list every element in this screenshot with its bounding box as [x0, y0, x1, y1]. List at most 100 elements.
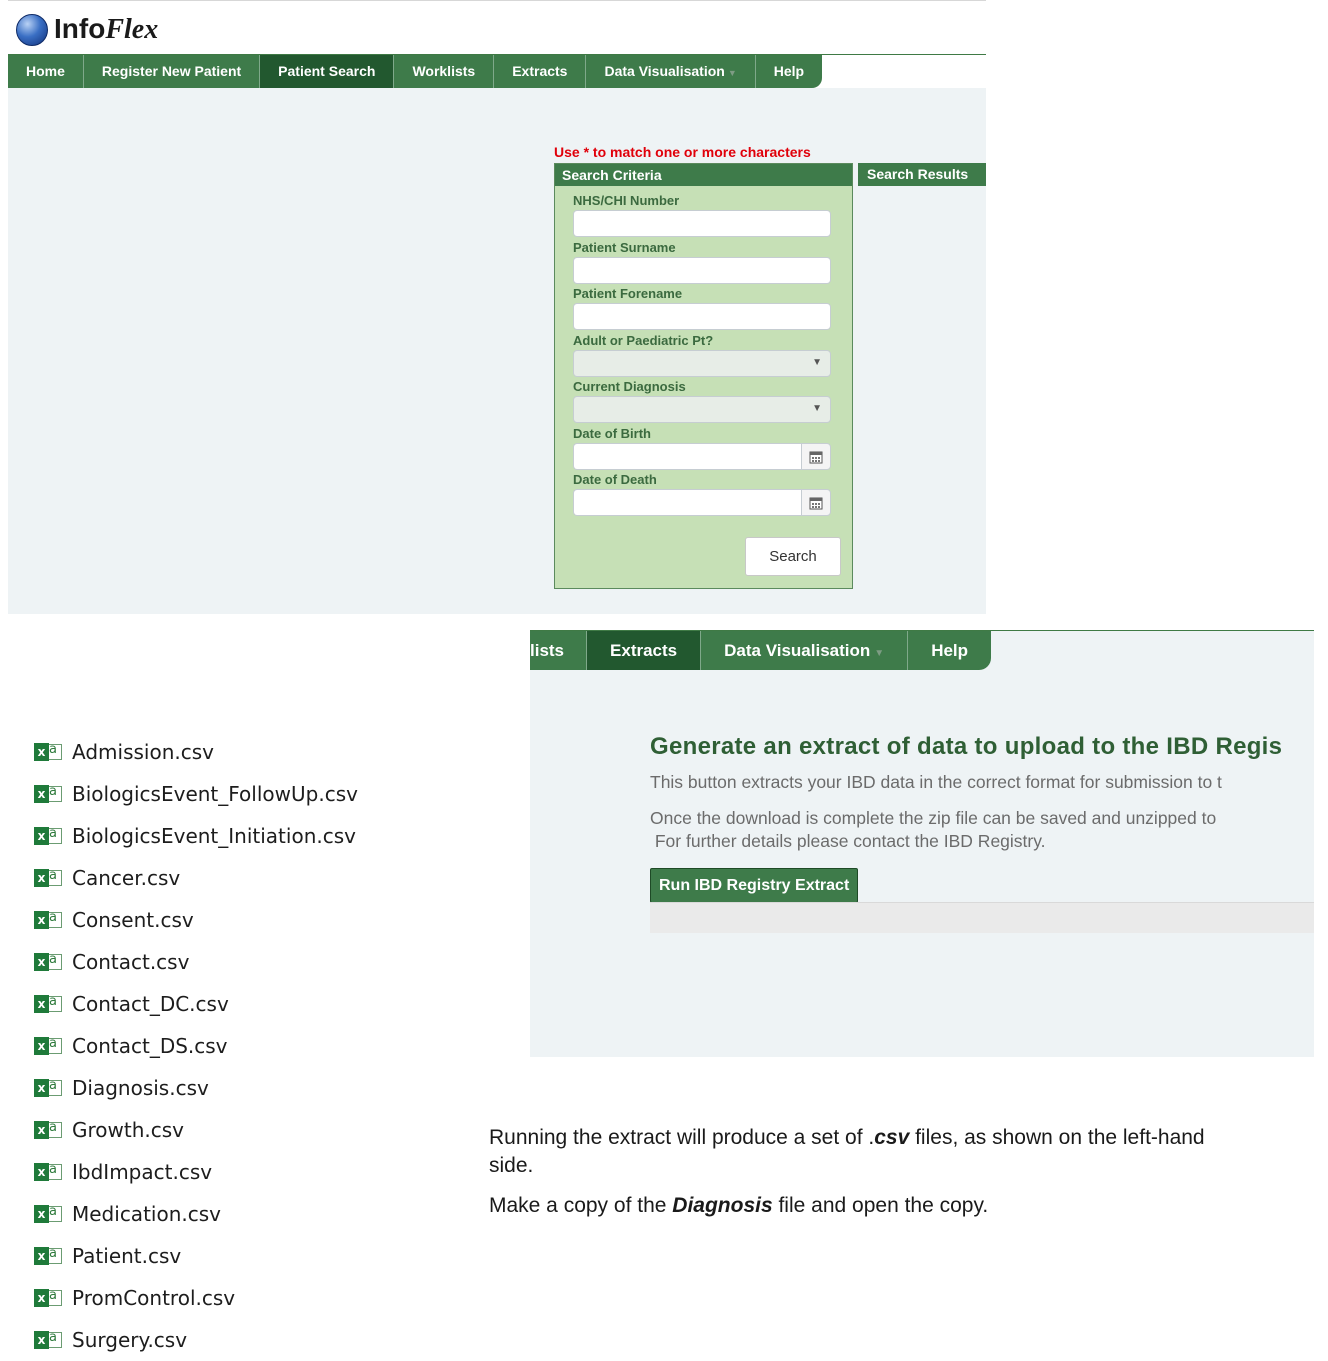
- extract-description-2: Once the download is complete the zip fi…: [650, 808, 1217, 828]
- nav-help[interactable]: Help: [908, 631, 991, 670]
- search-criteria-panel: Search Criteria NHS/CHI Number Patient S…: [554, 163, 853, 589]
- file-list-item[interactable]: x Patient.csv: [34, 1244, 181, 1268]
- excel-file-icon: x: [34, 1036, 64, 1056]
- chevron-down-icon: ▼: [812, 357, 822, 368]
- file-name: BiologicsEvent_Initiation.csv: [72, 824, 356, 848]
- nhs-number-input[interactable]: [573, 210, 831, 237]
- instructions: Running the extract will produce a set o…: [489, 1124, 1229, 1217]
- search-criteria-title: Search Criteria: [555, 164, 852, 186]
- forename-label: Patient Forename: [573, 286, 683, 301]
- logo-text: InfoFlex: [54, 13, 159, 45]
- surname-label: Patient Surname: [573, 240, 676, 255]
- excel-file-icon: x: [34, 1288, 64, 1308]
- dod-label: Date of Death: [573, 472, 657, 487]
- nav-patient-search[interactable]: Patient Search: [260, 55, 395, 88]
- app-header: InfoFlex: [8, 0, 986, 57]
- chevron-down-icon: ▼: [727, 68, 737, 78]
- search-button[interactable]: Search: [745, 537, 841, 576]
- file-name: Surgery.csv: [72, 1328, 188, 1352]
- file-name: Contact_DC.csv: [72, 992, 229, 1016]
- diagnosis-select[interactable]: ▼: [573, 396, 831, 423]
- adult-paediatric-label: Adult or Paediatric Pt?: [573, 333, 714, 348]
- excel-file-icon: x: [34, 1120, 64, 1140]
- excel-file-icon: x: [34, 826, 64, 846]
- file-list-item[interactable]: x Surgery.csv: [34, 1328, 187, 1352]
- chevron-down-icon: ▼: [874, 648, 885, 659]
- excel-file-icon: x: [34, 1162, 64, 1182]
- excel-file-icon: x: [34, 742, 64, 762]
- search-results-tab[interactable]: Search Results: [858, 163, 986, 186]
- excel-file-icon: x: [34, 994, 64, 1014]
- file-list-item[interactable]: x Cancer.csv: [34, 866, 180, 890]
- forename-input[interactable]: [573, 303, 831, 330]
- file-list-item[interactable]: x BiologicsEvent_Initiation.csv: [34, 824, 356, 848]
- file-list-item[interactable]: x Contact_DS.csv: [34, 1034, 228, 1058]
- search-content: Use * to match one or more characters Se…: [8, 88, 986, 614]
- instruction-paragraph-1: Running the extract will produce a set o…: [489, 1126, 1205, 1177]
- extracts-screenshot: lists Extracts Data Visualisation ▼ Help …: [530, 630, 1314, 1057]
- main-nav: Home Register New Patient Patient Search…: [8, 55, 823, 88]
- globe-logo-icon: [16, 13, 48, 46]
- file-name: Contact_DS.csv: [72, 1034, 228, 1058]
- nav-data-visualisation[interactable]: Data Visualisation ▼: [701, 631, 909, 670]
- patient-search-screenshot: InfoFlex Home Register New Patient Patie…: [8, 0, 986, 614]
- instruction-paragraph-2: Make a copy of the Diagnosis file and op…: [489, 1194, 989, 1217]
- excel-file-icon: x: [34, 1246, 64, 1266]
- file-name: BiologicsEvent_FollowUp.csv: [72, 782, 358, 806]
- run-ibd-registry-extract-button[interactable]: Run IBD Registry Extract: [650, 868, 859, 903]
- extract-progress-area: [650, 902, 1314, 933]
- excel-file-icon: x: [34, 1330, 64, 1350]
- extract-description-1: This button extracts your IBD data in th…: [650, 772, 1222, 792]
- file-name: Contact.csv: [72, 950, 190, 974]
- diagnosis-label: Current Diagnosis: [573, 379, 686, 394]
- dob-input[interactable]: [573, 443, 801, 470]
- file-name: Medication.csv: [72, 1202, 221, 1226]
- nav-register-new-patient[interactable]: Register New Patient: [84, 55, 261, 88]
- file-list-item[interactable]: x BiologicsEvent_FollowUp.csv: [34, 782, 358, 806]
- nav-extracts[interactable]: Extracts: [587, 631, 702, 670]
- nav-data-visualisation[interactable]: Data Visualisation ▼: [586, 55, 756, 88]
- nav-home[interactable]: Home: [8, 55, 84, 88]
- file-list-item[interactable]: x Contact_DC.csv: [34, 992, 229, 1016]
- file-list-item[interactable]: x IbdImpact.csv: [34, 1160, 212, 1184]
- nav-worklists-partial[interactable]: lists: [530, 631, 588, 670]
- file-name: Admission.csv: [72, 740, 214, 764]
- calendar-icon[interactable]: [801, 443, 831, 470]
- excel-file-icon: x: [34, 952, 64, 972]
- wildcard-hint: Use * to match one or more characters: [554, 144, 811, 160]
- file-name: IbdImpact.csv: [72, 1160, 213, 1184]
- calendar-icon[interactable]: [801, 489, 831, 516]
- file-list-item[interactable]: x Admission.csv: [34, 740, 214, 764]
- file-name: PromControl.csv: [72, 1286, 236, 1310]
- file-list-item[interactable]: x Diagnosis.csv: [34, 1076, 209, 1100]
- adult-paediatric-select[interactable]: ▼: [573, 350, 831, 377]
- nav-help[interactable]: Help: [756, 55, 822, 88]
- excel-file-icon: x: [34, 1078, 64, 1098]
- nav-worklists[interactable]: Worklists: [394, 55, 495, 88]
- surname-input[interactable]: [573, 257, 831, 284]
- nav-extracts[interactable]: Extracts: [494, 55, 587, 88]
- file-list-item[interactable]: x Contact.csv: [34, 950, 189, 974]
- excel-file-icon: x: [34, 784, 64, 804]
- chevron-down-icon: ▼: [812, 403, 822, 414]
- file-list-item[interactable]: x Medication.csv: [34, 1202, 221, 1226]
- nav-data-visualisation-label: Data Visualisation: [724, 641, 871, 660]
- dob-label: Date of Birth: [573, 426, 651, 441]
- excel-file-icon: x: [34, 1204, 64, 1224]
- file-name: Growth.csv: [72, 1118, 185, 1142]
- file-list-item[interactable]: x Consent.csv: [34, 908, 194, 932]
- extract-heading: Generate an extract of data to upload to…: [650, 733, 1283, 760]
- file-list-item[interactable]: x Growth.csv: [34, 1118, 184, 1142]
- file-name: Consent.csv: [72, 908, 194, 932]
- nav-data-visualisation-label: Data Visualisation: [604, 63, 725, 79]
- nhs-number-label: NHS/CHI Number: [573, 193, 680, 208]
- file-name: Diagnosis.csv: [72, 1076, 209, 1100]
- extracts-nav: lists Extracts Data Visualisation ▼ Help: [530, 631, 992, 670]
- excel-file-icon: x: [34, 910, 64, 930]
- dod-input[interactable]: [573, 489, 801, 516]
- dod-field: [573, 489, 831, 516]
- file-list-item[interactable]: x PromControl.csv: [34, 1286, 235, 1310]
- infoflex-logo[interactable]: InfoFlex: [16, 13, 158, 46]
- extract-description-3: For further details please contact the I…: [650, 831, 1046, 851]
- file-name: Cancer.csv: [72, 866, 181, 890]
